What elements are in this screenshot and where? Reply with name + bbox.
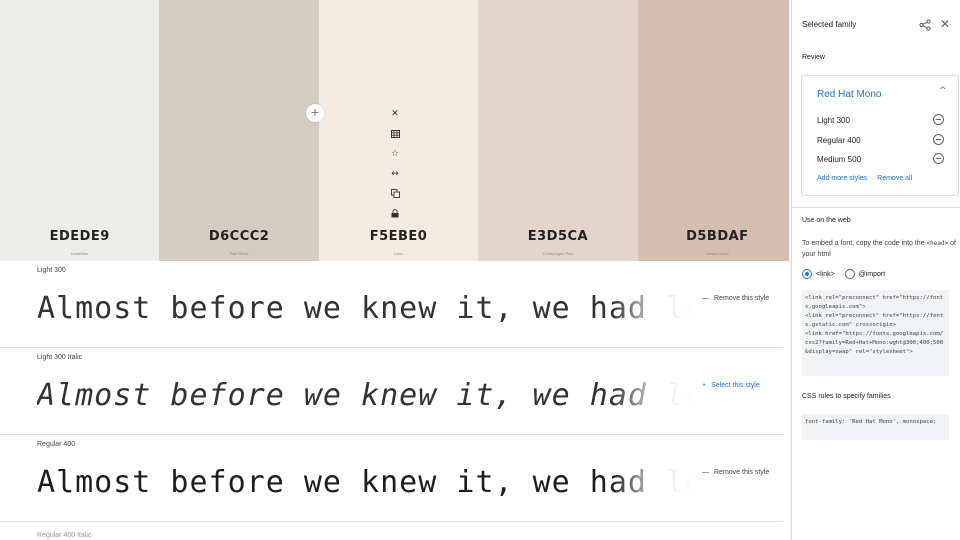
specimen-row: Light 300 Almost before we knew it, we h… <box>0 261 783 348</box>
style-label: Regular 400 Italic <box>37 532 92 539</box>
action-label: Remove this style <box>714 469 770 476</box>
lock-icon[interactable] <box>385 204 405 224</box>
selected-style: Regular 400 <box>817 134 947 145</box>
css-code-block[interactable]: font-family: 'Red Hat Mono', monospace; <box>802 414 949 440</box>
sample-text[interactable]: Almost before we knew it, we had left th… <box>37 465 692 500</box>
card-links: Add more styles Remove all <box>817 175 920 182</box>
add-more-styles-link[interactable]: Add more styles <box>817 175 867 182</box>
review-label: Review <box>802 54 825 61</box>
close-icon[interactable]: ✕ <box>385 104 405 124</box>
option-label: <link> <box>816 270 835 278</box>
embed-code-block[interactable]: <link rel="preconnect" href="https://fon… <box>802 290 949 376</box>
swatch-hex[interactable]: EDEDE9 <box>0 229 159 244</box>
link-option[interactable]: <link> <box>802 269 837 279</box>
share-icon[interactable] <box>919 18 931 36</box>
style-label: Regular 400 <box>37 441 76 448</box>
swatch-name: Champagne Pink <box>542 251 574 256</box>
swatch-5[interactable]: D5BDAF Desert Sand <box>637 0 798 261</box>
action-label: Remove this style <box>714 295 770 302</box>
specimen-row: Regular 400 Almost before we knew it, we… <box>0 435 783 522</box>
swatch-toolbar: ✕ ☆ ↔ <box>385 104 405 224</box>
swatch-1[interactable]: EDEDE9 Isabelline <box>0 0 160 261</box>
selected-family-panel: Selected family Review Red Hat Mono ^ Li… <box>791 0 960 540</box>
desc-text: To embed a font, copy the code into the <box>802 240 927 247</box>
remove-circle-icon[interactable] <box>933 134 944 145</box>
style-label: Light 300 Italic <box>37 354 83 361</box>
remove-style-button[interactable]: — Remove this style <box>702 295 769 302</box>
sample-fade <box>612 374 694 418</box>
close-icon[interactable]: ✕ <box>940 17 950 31</box>
swatch-hex[interactable]: F5EBE0 <box>319 229 478 244</box>
minus-icon: — <box>702 469 709 476</box>
remove-all-link[interactable]: Remove all <box>877 175 912 182</box>
swatch-2[interactable]: D6CCC2 Pale Silver <box>159 0 319 261</box>
plus-icon: + <box>702 382 707 389</box>
style-name: Light 300 <box>817 116 850 125</box>
add-swatch-button[interactable]: + <box>306 104 324 122</box>
selected-style: Light 300 <box>817 114 947 125</box>
specimen-row: Light 300 Italic Almost before we knew i… <box>0 348 783 435</box>
swatch-name: Linen <box>393 251 404 256</box>
sample-text[interactable]: Almost before we knew it, we had left th… <box>37 378 692 413</box>
swatch-hex[interactable]: D6CCC2 <box>159 229 318 244</box>
sample-fade <box>612 461 694 505</box>
style-name: Medium 500 <box>817 155 862 164</box>
head-code: <head> <box>926 240 949 247</box>
panel-title: Selected family <box>802 20 857 29</box>
selected-style: Medium 500 <box>817 153 947 164</box>
swap-icon[interactable]: ↔ <box>385 164 405 184</box>
swatch-hex[interactable]: D5BDAF <box>638 229 797 244</box>
embed-type-options: <link> @import <box>802 269 893 279</box>
swatch-4[interactable]: E3D5CA Champagne Pink <box>478 0 638 261</box>
family-card: Red Hat Mono ^ Light 300 Regular 400 Med… <box>801 75 959 196</box>
grid-icon[interactable] <box>385 124 405 144</box>
swatch-name: Pale Silver <box>229 251 249 256</box>
minus-icon: — <box>702 295 709 302</box>
swatch-name: Desert Sand <box>706 251 729 256</box>
remove-style-button[interactable]: — Remove this style <box>702 469 769 476</box>
style-name: Regular 400 <box>817 136 861 145</box>
radio-selected[interactable] <box>802 269 812 279</box>
chevron-up-icon[interactable]: ^ <box>939 86 947 96</box>
select-style-button[interactable]: + Select this style <box>702 382 760 389</box>
import-option[interactable]: @import <box>844 269 886 279</box>
option-label: @import <box>858 270 886 278</box>
font-specimens: Light 300 Almost before we knew it, we h… <box>0 261 797 540</box>
remove-circle-icon[interactable] <box>933 114 944 125</box>
sample-text[interactable]: Almost before we knew it, we had left th… <box>37 291 692 326</box>
action-label: Select this style <box>711 382 760 389</box>
embed-description: To embed a font, copy the code into the … <box>802 238 957 260</box>
css-rules-label: CSS rules to specify families <box>802 393 891 400</box>
use-on-web-label: Use on the web <box>802 217 851 224</box>
remove-circle-icon[interactable] <box>933 153 944 164</box>
copy-icon[interactable] <box>385 184 405 204</box>
family-name[interactable]: Red Hat Mono <box>817 89 881 100</box>
style-label: Light 300 <box>37 267 66 274</box>
swatch-hex[interactable]: E3D5CA <box>478 229 637 244</box>
star-icon[interactable]: ☆ <box>385 144 405 164</box>
sample-fade <box>612 287 694 331</box>
specimen-row: Regular 400 Italic <box>0 522 783 540</box>
swatch-name: Isabelline <box>71 251 89 256</box>
divider <box>792 207 960 208</box>
radio-unselected[interactable] <box>844 269 855 279</box>
